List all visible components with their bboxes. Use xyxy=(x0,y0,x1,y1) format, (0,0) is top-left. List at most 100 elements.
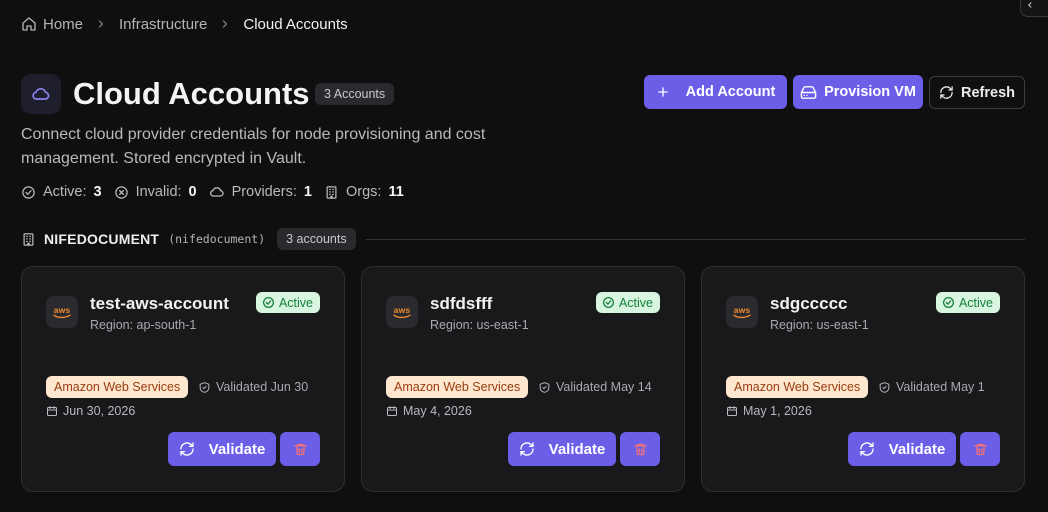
plus-icon xyxy=(657,87,668,97)
org-accounts-badge: 3 accounts xyxy=(277,228,356,250)
validate-button[interactable]: Validate xyxy=(508,432,616,466)
stats-bar: Active: 3 Invalid: 0 Providers: 1 Orgs: … xyxy=(21,182,416,202)
validate-label: Validate xyxy=(208,440,266,458)
provision-vm-button[interactable]: Provision VM xyxy=(793,75,923,109)
stat-label: Orgs: xyxy=(345,184,382,200)
account-card: aws test-aws-account Region: ap-south-1 … xyxy=(21,266,345,492)
trash-icon xyxy=(293,443,307,455)
refresh-icon xyxy=(940,86,953,99)
stat-value: 0 xyxy=(188,184,197,200)
provider-tag: Amazon Web Services xyxy=(726,376,869,398)
refresh-label: Refresh xyxy=(961,84,1015,101)
provision-vm-label: Provision VM xyxy=(824,84,916,100)
aws-logo-text: aws xyxy=(393,304,411,315)
calendar-icon xyxy=(387,406,397,416)
stat-value: 3 xyxy=(93,184,102,200)
chevron-right-icon xyxy=(219,18,231,30)
shield-check-icon xyxy=(879,381,890,393)
building-icon xyxy=(23,232,34,246)
status-label: Active xyxy=(278,295,313,310)
date-label: May 1, 2026 xyxy=(743,404,812,418)
aws-logo-icon: aws xyxy=(726,296,758,328)
breadcrumb-infrastructure[interactable]: Infrastructure xyxy=(119,16,207,33)
refresh-icon xyxy=(179,442,194,456)
home-icon[interactable] xyxy=(21,16,37,32)
refresh-button[interactable]: Refresh xyxy=(929,76,1025,109)
status-label: Active xyxy=(958,295,993,310)
chevron-left-icon xyxy=(1028,2,1032,8)
status-badge: Active xyxy=(255,292,320,313)
page-title: Cloud Accounts xyxy=(73,76,310,111)
created-date: May 4, 2026 xyxy=(386,404,472,418)
org-header: NIFEDOCUMENT (nifedocument) 3 accounts xyxy=(21,228,356,250)
status-badge: Active xyxy=(935,292,1000,313)
status-badge: Active xyxy=(595,292,660,313)
page-description: Connect cloud provider credentials for n… xyxy=(21,126,486,167)
stat-label: Providers: xyxy=(231,184,297,200)
org-slug: (nifedocument) xyxy=(168,232,266,246)
stat-invalid: Invalid: 0 xyxy=(114,184,197,200)
account-card: aws sdgccccc Region: us-east-1 Active Am… xyxy=(701,266,1025,492)
collapse-panel-button[interactable] xyxy=(1020,0,1048,17)
breadcrumb-home[interactable]: Home xyxy=(43,16,83,33)
calendar-icon xyxy=(47,406,57,416)
hard-drive-icon xyxy=(800,85,817,99)
aws-logo-text: aws xyxy=(53,304,71,315)
validate-button[interactable]: Validate xyxy=(848,432,956,466)
account-name[interactable]: test-aws-account xyxy=(90,293,229,315)
delete-button[interactable] xyxy=(620,432,660,466)
account-region: Region: us-east-1 xyxy=(430,318,529,332)
account-name[interactable]: sdfdsfff xyxy=(430,293,492,315)
provider-tag: Amazon Web Services xyxy=(46,376,189,398)
breadcrumb: Home Infrastructure Cloud Accounts xyxy=(21,13,348,35)
validated-label: Validated May 1 xyxy=(896,380,985,394)
trash-icon xyxy=(633,443,647,455)
account-name[interactable]: sdgccccc xyxy=(770,293,848,315)
x-circle-icon xyxy=(114,185,128,199)
provider-tag: Amazon Web Services xyxy=(386,376,529,398)
aws-logo-text: aws xyxy=(733,304,751,315)
add-account-label: Add Account xyxy=(685,84,776,100)
validated-info: Validated May 1 xyxy=(878,380,985,394)
aws-logo-icon: aws xyxy=(46,296,78,328)
divider xyxy=(366,239,1025,240)
shield-check-icon xyxy=(199,381,210,393)
stat-label: Active: xyxy=(43,184,87,200)
account-region: Region: us-east-1 xyxy=(770,318,869,332)
account-card: aws sdfdsfff Region: us-east-1 Active Am… xyxy=(361,266,685,492)
cloud-icon xyxy=(209,187,224,197)
stat-value: 11 xyxy=(388,184,404,200)
validate-label: Validate xyxy=(548,440,606,458)
check-circle-icon xyxy=(262,296,274,309)
stat-value: 1 xyxy=(303,184,312,200)
status-label: Active xyxy=(618,295,653,310)
cloud-icon xyxy=(21,74,61,114)
add-account-button[interactable]: Add Account xyxy=(644,75,787,109)
refresh-icon xyxy=(859,442,874,456)
date-label: Jun 30, 2026 xyxy=(63,404,136,418)
stat-providers: Providers: 1 xyxy=(209,184,312,200)
created-date: May 1, 2026 xyxy=(726,404,812,418)
check-circle-icon xyxy=(602,296,614,309)
aws-logo-icon: aws xyxy=(386,296,418,328)
date-label: May 4, 2026 xyxy=(403,404,472,418)
validated-label: Validated Jun 30 xyxy=(216,380,309,394)
check-circle-icon xyxy=(22,185,35,199)
validate-button[interactable]: Validate xyxy=(168,432,276,466)
accounts-count-badge: 3 Accounts xyxy=(315,83,395,105)
stat-label: Invalid: xyxy=(135,184,182,200)
stat-orgs: Orgs: 11 xyxy=(324,184,404,200)
shield-check-icon xyxy=(539,381,550,393)
validate-label: Validate xyxy=(888,440,946,458)
created-date: Jun 30, 2026 xyxy=(46,404,135,418)
refresh-icon xyxy=(519,442,534,456)
calendar-icon xyxy=(727,406,737,416)
validated-info: Validated Jun 30 xyxy=(198,380,308,394)
trash-icon xyxy=(973,443,987,455)
delete-button[interactable] xyxy=(960,432,1000,466)
stat-active: Active: 3 xyxy=(21,184,102,200)
validated-info: Validated May 14 xyxy=(538,380,652,394)
validated-label: Validated May 14 xyxy=(556,380,652,394)
breadcrumb-current: Cloud Accounts xyxy=(243,15,348,33)
delete-button[interactable] xyxy=(280,432,320,466)
